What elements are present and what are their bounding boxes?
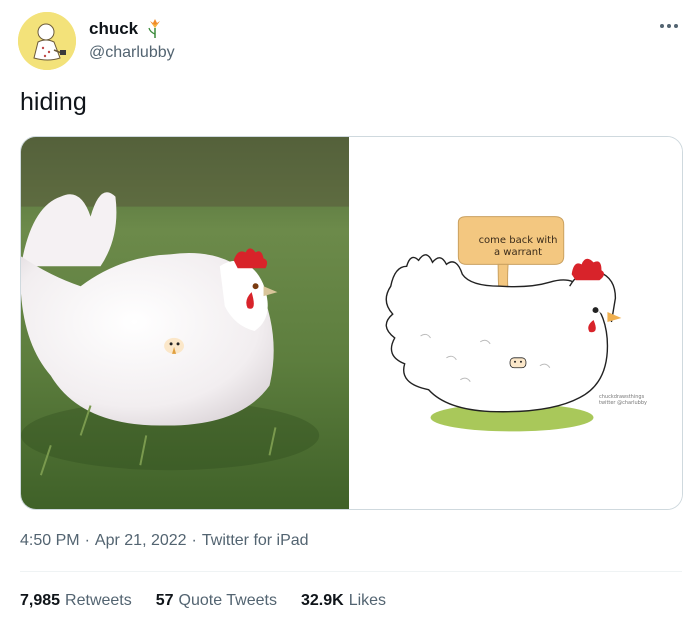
hen-photo[interactable]: [21, 137, 351, 509]
tweet-media[interactable]: come back with a warrant chuckdrawsthing…: [20, 136, 683, 510]
more-horizontal-icon: [674, 24, 678, 28]
more-options-button[interactable]: [656, 16, 682, 36]
likes-stat[interactable]: 32.9K Likes: [301, 592, 386, 610]
cartoon-person-avatar-icon: [18, 12, 76, 70]
author-handle[interactable]: @charlubby: [89, 44, 175, 62]
display-name[interactable]: chuck: [89, 19, 138, 39]
tweet-header: chuck @charlubby: [18, 12, 682, 72]
tweet-date[interactable]: Apr 21, 2022: [95, 532, 187, 550]
meta-separator: ·: [191, 532, 197, 549]
retweets-label: Retweets: [65, 592, 132, 609]
quotes-label: Quote Tweets: [178, 592, 277, 609]
artist-watermark: chuckdrawsthings twitter @charlubby: [599, 394, 647, 406]
likes-label: Likes: [348, 592, 387, 609]
divider: [20, 571, 682, 572]
author-name-row[interactable]: chuck: [89, 18, 166, 40]
retweets-count: 7,985: [20, 592, 61, 609]
tweet-text: hiding: [20, 88, 87, 116]
retweets-stat[interactable]: 7,985 Retweets: [20, 592, 132, 610]
tweet-meta: 4:50 PM · Apr 21, 2022 · Twitter for iPa…: [20, 532, 309, 550]
tweet-time[interactable]: 4:50 PM: [20, 532, 80, 550]
likes-count: 32.9K: [300, 592, 344, 609]
speech-bubble-text: come back with a warrant: [478, 235, 558, 258]
more-horizontal-icon: [667, 24, 671, 28]
tweet-source[interactable]: Twitter for iPad: [202, 532, 309, 550]
flower-icon: [144, 18, 166, 40]
cartoon-drawing[interactable]: come back with a warrant chuckdrawsthing…: [351, 137, 682, 509]
quote-tweets-stat[interactable]: 57 Quote Tweets: [156, 592, 277, 610]
tweet-stats: 7,985 Retweets 57 Quote Tweets 32.9K Lik…: [20, 592, 386, 610]
meta-separator: ·: [84, 532, 90, 549]
quotes-count: 57: [155, 592, 174, 609]
more-horizontal-icon: [660, 24, 664, 28]
avatar[interactable]: [18, 12, 76, 70]
